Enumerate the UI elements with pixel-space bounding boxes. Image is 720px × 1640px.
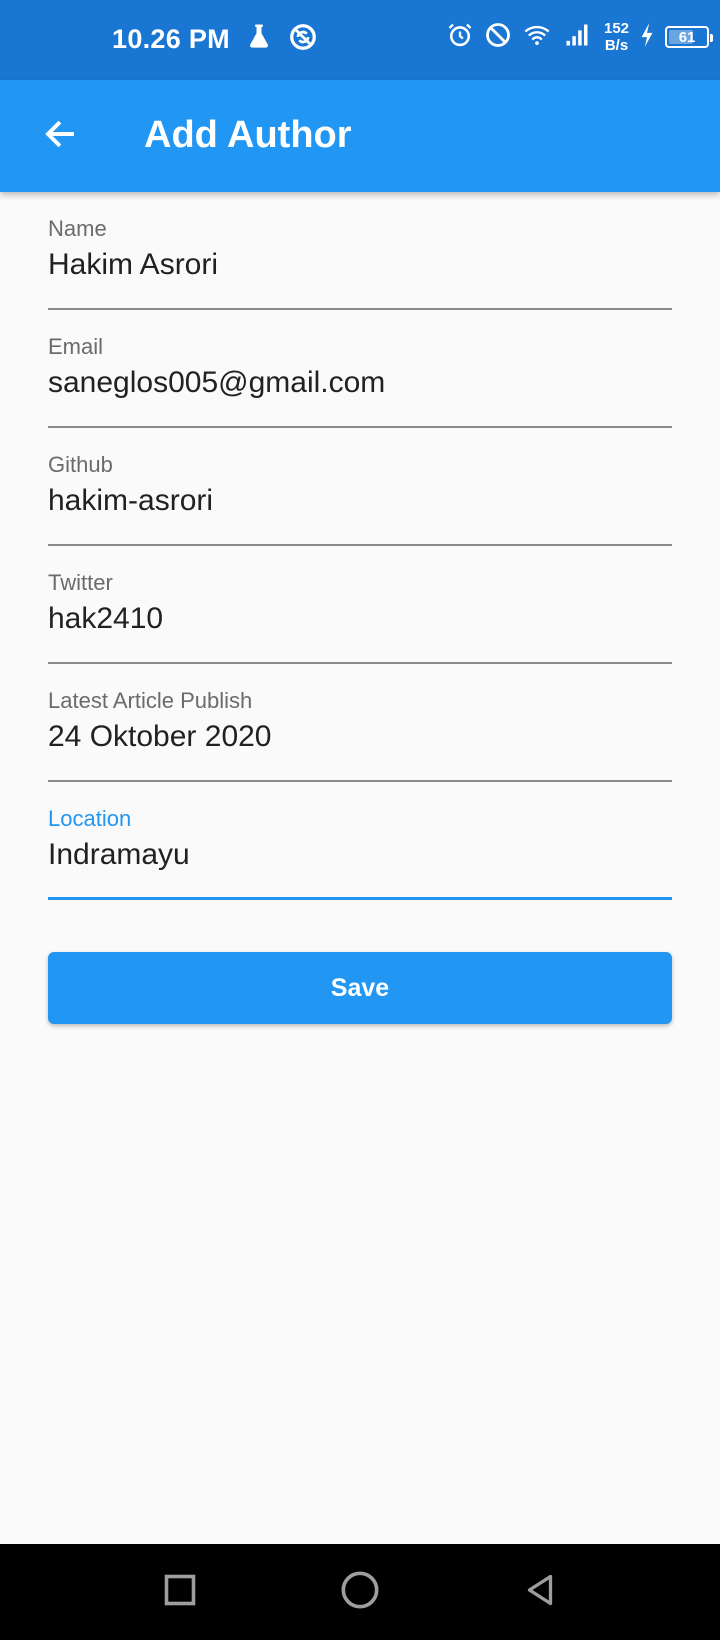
location-field[interactable]: Location — [48, 782, 672, 900]
battery-icon: 61 — [665, 26, 714, 48]
email-input[interactable] — [48, 366, 672, 400]
name-input[interactable] — [48, 248, 672, 282]
location-label: Location — [48, 806, 132, 831]
page-title: Add Author — [144, 114, 352, 156]
twitter-field[interactable]: Twitter — [48, 546, 672, 664]
save-button[interactable]: Save — [48, 952, 672, 1024]
net-speed-value: 152 — [604, 20, 630, 37]
battery-level: 61 — [678, 28, 696, 46]
back-nav-button[interactable] — [518, 1570, 562, 1614]
email-field[interactable]: Email — [48, 310, 672, 428]
wifi-icon — [522, 21, 552, 54]
back-triangle-icon — [522, 1572, 558, 1613]
home-button[interactable] — [338, 1570, 382, 1614]
recents-square-icon — [162, 1572, 198, 1613]
alarm-icon — [446, 21, 474, 54]
location-input[interactable] — [48, 838, 672, 872]
charging-icon — [639, 22, 655, 53]
system-nav-bar — [0, 1544, 720, 1640]
name-label: Name — [48, 216, 107, 241]
status-bar: 10.26 PM 152 B/s 61 — [0, 0, 720, 80]
back-button[interactable] — [30, 106, 90, 166]
github-label: Github — [48, 452, 113, 477]
twitter-input[interactable] — [48, 602, 672, 636]
net-speed: 152 B/s — [604, 20, 629, 54]
name-field[interactable]: Name — [48, 192, 672, 310]
flask-icon — [244, 22, 274, 57]
github-input[interactable] — [48, 484, 672, 518]
github-field[interactable]: Github — [48, 428, 672, 546]
latest-article-field[interactable]: Latest Article Publish — [48, 664, 672, 782]
email-label: Email — [48, 334, 104, 359]
do-not-disturb-icon — [484, 21, 512, 54]
app-bar: Add Author — [0, 80, 720, 192]
net-speed-unit: B/s — [604, 37, 629, 54]
author-form: Name Email Github Twitter Latest Article… — [48, 192, 672, 900]
latest-article-input[interactable] — [48, 720, 672, 754]
signal-icon — [562, 21, 592, 54]
latest-article-label: Latest Article Publish — [48, 688, 253, 713]
twitter-label: Twitter — [48, 570, 113, 595]
recents-button[interactable] — [158, 1570, 202, 1614]
sync-icon — [288, 22, 318, 57]
home-circle-icon — [340, 1570, 380, 1615]
status-time: 10.26 PM — [112, 24, 230, 54]
arrow-back-icon — [42, 116, 78, 157]
